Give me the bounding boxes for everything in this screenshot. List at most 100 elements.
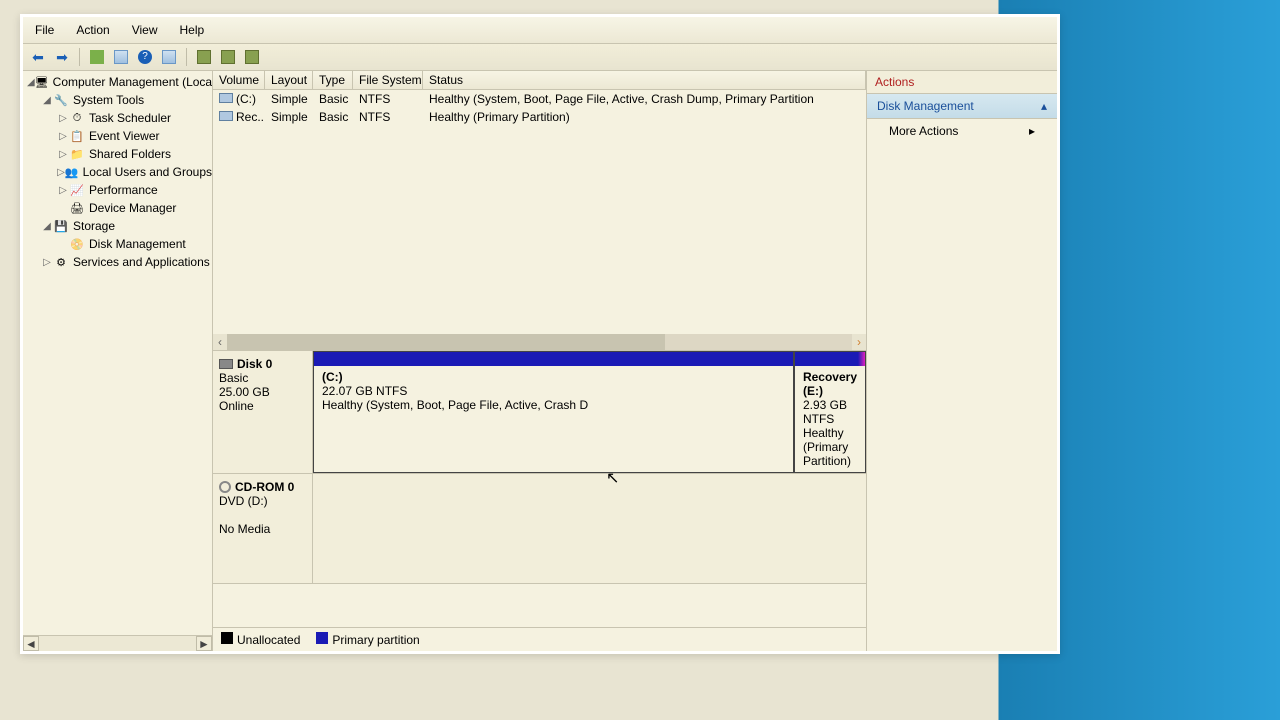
action-more[interactable]: More Actions ▸ [867,119,1057,143]
disk-label[interactable]: CD-ROM 0 DVD (D:) No Media [213,474,313,583]
tree-label: Local Users and Groups [83,165,212,179]
scroll-left-icon[interactable]: ‹ [213,335,227,349]
menu-file[interactable]: File [25,20,64,40]
partition-name: Recovery (E:) [803,370,857,398]
volume-icon [219,111,233,121]
disk-icon [219,359,233,369]
partition-bar [314,352,793,366]
menu-view[interactable]: View [122,20,168,40]
toolbar: ⬅ ➡ ? [23,44,1057,71]
vol-type: Basic [313,109,353,125]
col-layout[interactable]: Layout [265,71,313,89]
partition-info: 2.93 GB NTFS [803,398,857,426]
actions-section-label: Disk Management [877,99,974,113]
col-filesystem[interactable]: File System [353,71,423,89]
actions-pane: Actions Disk Management ▴ More Actions ▸ [867,71,1057,651]
disk-type: Basic [219,371,306,385]
tree-root[interactable]: ◢🖥Computer Management (Local [23,73,212,91]
volume-row[interactable]: Rec... Simple Basic NTFS Healthy (Primar… [213,108,866,126]
disk-diagram: Disk 0 Basic 25.00 GB Online (C:) 22.07 … [213,351,866,628]
tree-label: Computer Management (Local [53,75,213,89]
tree-label: Shared Folders [89,147,171,161]
col-type[interactable]: Type [313,71,353,89]
main-panes: ◢🖥Computer Management (Local ◢🔧System To… [23,71,1057,651]
tree-label: Storage [73,219,115,233]
tree-label: Device Manager [89,201,176,215]
vol-name: Rec... [236,110,265,124]
toolbar-btn-5[interactable] [219,48,237,66]
disk-partitions: (C:) 22.07 GB NTFS Healthy (System, Boot… [313,351,866,473]
scroll-track[interactable] [227,334,852,350]
cd-icon [219,481,231,493]
toolbar-btn-2[interactable] [112,48,130,66]
tree-system-tools[interactable]: ◢🔧System Tools [23,91,212,109]
menu-action[interactable]: Action [66,20,119,40]
volume-table-header: Volume Layout Type File System Status [213,71,866,90]
menu-help[interactable]: Help [170,20,215,40]
legend-primary: Primary partition [316,632,419,647]
vol-fs: NTFS [353,109,423,125]
tree-scrollbar[interactable]: ◄ ► [23,635,212,651]
partition-status: Healthy (Primary Partition) [803,426,857,468]
chevron-right-icon: ▸ [1029,124,1035,138]
help-icon[interactable]: ? [136,48,154,66]
vol-layout: Simple [265,91,313,107]
tree-label: Task Scheduler [89,111,171,125]
navigation-tree: ◢🖥Computer Management (Local ◢🔧System To… [23,71,213,651]
vol-fs: NTFS [353,91,423,107]
tree-event-viewer[interactable]: ▷📋Event Viewer [23,127,212,145]
volume-table: Volume Layout Type File System Status (C… [213,71,866,351]
disk-state: Online [219,399,306,413]
tree-services[interactable]: ▷⚙Services and Applications [23,253,212,271]
col-status[interactable]: Status [423,71,866,89]
col-volume[interactable]: Volume [213,71,265,89]
actions-header: Actions [867,71,1057,94]
tree-label: Services and Applications [73,255,210,269]
back-icon[interactable]: ⬅ [29,48,47,66]
scroll-right-icon[interactable]: › [852,335,866,349]
tree-label: Event Viewer [89,129,159,143]
tree-shared-folders[interactable]: ▷📁Shared Folders [23,145,212,163]
legend: Unallocated Primary partition [213,628,866,651]
partition[interactable]: (C:) 22.07 GB NTFS Healthy (System, Boot… [313,351,794,473]
action-label: More Actions [889,124,958,138]
partition-name: (C:) [322,370,785,384]
tree-disk-management[interactable]: 📀Disk Management [23,235,212,253]
toolbar-btn-3[interactable] [160,48,178,66]
actions-section[interactable]: Disk Management ▴ [867,94,1057,119]
scroll-left-icon[interactable]: ◄ [23,636,39,651]
separator [79,48,80,66]
disk-size: 25.00 GB [219,385,306,399]
volume-scrollbar[interactable]: ‹ › [213,334,866,350]
toolbar-btn-1[interactable] [88,48,106,66]
disk-title: Disk 0 [237,357,272,371]
tree-task-scheduler[interactable]: ▷⏱Task Scheduler [23,109,212,127]
disk-label[interactable]: Disk 0 Basic 25.00 GB Online [213,351,313,473]
disk-empty [313,474,866,583]
tree-storage[interactable]: ◢💾Storage [23,217,212,235]
forward-icon[interactable]: ➡ [53,48,71,66]
vol-type: Basic [313,91,353,107]
tree-local-users[interactable]: ▷👥Local Users and Groups [23,163,212,181]
scroll-thumb[interactable] [227,334,665,350]
center-pane: Volume Layout Type File System Status (C… [213,71,867,651]
separator [186,48,187,66]
tree-device-manager[interactable]: 🖨Device Manager [23,199,212,217]
vol-status: Healthy (System, Boot, Page File, Active… [423,91,866,107]
volume-row[interactable]: (C:) Simple Basic NTFS Healthy (System, … [213,90,866,108]
volume-icon [219,93,233,103]
tree-label: Performance [89,183,158,197]
disk-state: No Media [219,522,306,536]
partition-info: 22.07 GB NTFS [322,384,785,398]
toolbar-btn-4[interactable] [195,48,213,66]
vol-status: Healthy (Primary Partition) [423,109,866,125]
tree-label: Disk Management [89,237,186,251]
disk-title: CD-ROM 0 [235,480,294,494]
scroll-right-icon[interactable]: ► [196,636,212,651]
partition[interactable]: Recovery (E:) 2.93 GB NTFS Healthy (Prim… [794,351,866,473]
volume-table-body: (C:) Simple Basic NTFS Healthy (System, … [213,90,866,350]
toolbar-btn-6[interactable] [243,48,261,66]
disk-row: CD-ROM 0 DVD (D:) No Media [213,474,866,584]
tree-performance[interactable]: ▷📈Performance [23,181,212,199]
disk-type: DVD (D:) [219,494,306,508]
